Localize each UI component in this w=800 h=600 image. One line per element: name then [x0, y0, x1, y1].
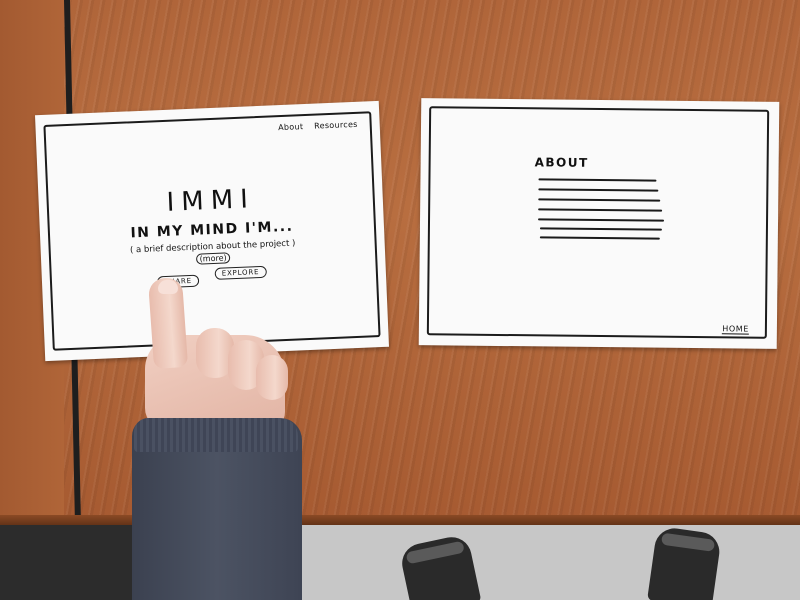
- about-page-sketch: ABOUT HOME: [418, 98, 780, 349]
- nav-about-link[interactable]: About: [278, 122, 304, 132]
- home-link[interactable]: HOME: [722, 324, 749, 335]
- more-link[interactable]: (more): [195, 252, 231, 265]
- shoe-right: [647, 525, 722, 600]
- scene: About Resources IMMI IN MY MIND I'M... (…: [0, 0, 800, 600]
- shoe-sole: [405, 540, 465, 565]
- finger: [256, 355, 288, 400]
- nav-resources-link[interactable]: Resources: [314, 120, 358, 131]
- explore-button[interactable]: EXPLORE: [214, 265, 267, 280]
- sleeve-cuff: [134, 418, 298, 452]
- about-title: ABOUT: [534, 155, 589, 170]
- screen-frame: [426, 106, 770, 339]
- fingernail: [158, 280, 178, 294]
- home-page-sketch: About Resources IMMI IN MY MIND I'M... (…: [35, 100, 389, 362]
- shoe-sole: [660, 532, 716, 552]
